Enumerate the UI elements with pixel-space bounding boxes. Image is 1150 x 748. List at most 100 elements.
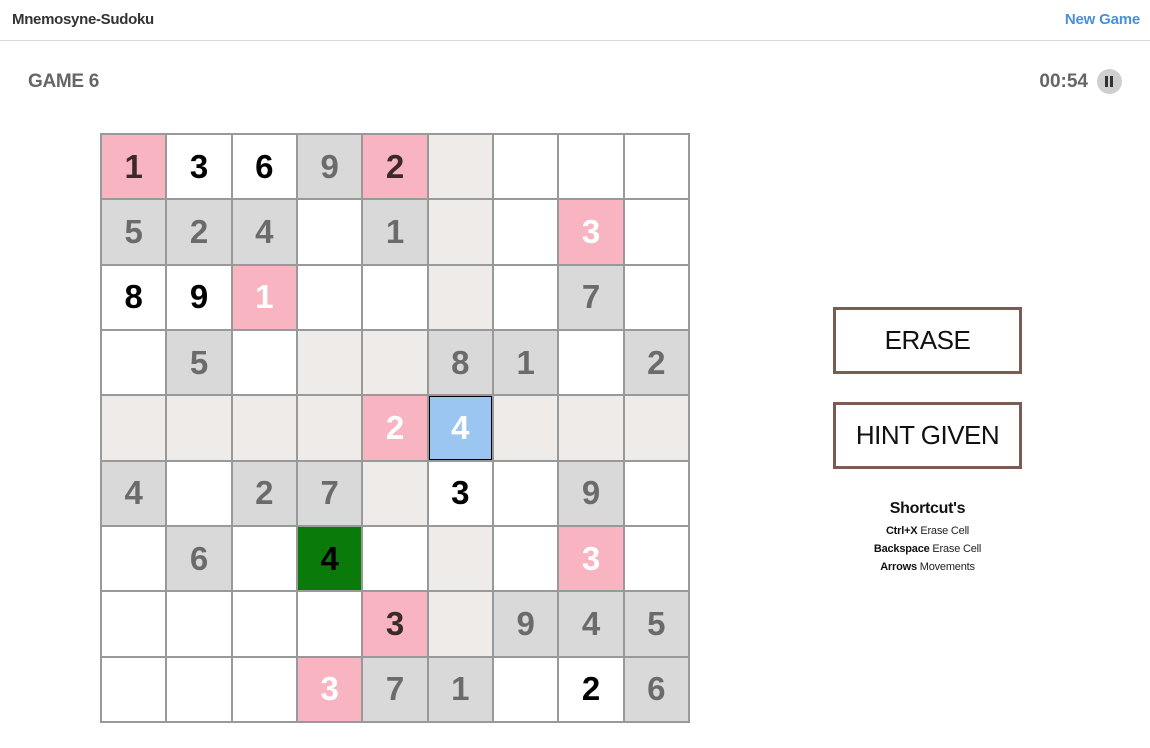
top-bar: Mnemosyne-Sudoku New Game bbox=[0, 0, 1150, 41]
sudoku-cell-r6c9[interactable] bbox=[624, 461, 688, 525]
sudoku-cell-r5c1[interactable] bbox=[102, 396, 166, 460]
sudoku-cell-r2c3[interactable]: 4 bbox=[232, 200, 296, 264]
sudoku-cell-r9c1[interactable] bbox=[102, 657, 166, 721]
sudoku-cell-r1c3[interactable]: 6 bbox=[232, 135, 296, 199]
sudoku-cell-r2c2[interactable]: 2 bbox=[167, 200, 231, 264]
sudoku-cell-r4c4[interactable] bbox=[297, 330, 362, 395]
pause-bar-left bbox=[1105, 76, 1108, 87]
sudoku-cell-r9c5[interactable]: 7 bbox=[363, 657, 427, 721]
shortcuts-panel: Shortcut's Ctrl+X Erase Cell Backspace E… bbox=[833, 500, 1022, 576]
sudoku-cell-r5c9[interactable] bbox=[624, 396, 688, 460]
sudoku-cell-r6c2[interactable] bbox=[167, 461, 231, 525]
sudoku-cell-r1c4[interactable]: 9 bbox=[297, 135, 362, 199]
sudoku-cell-r7c5[interactable] bbox=[363, 526, 427, 591]
sudoku-cell-r2c7[interactable] bbox=[493, 200, 558, 264]
sudoku-cell-r8c5[interactable]: 3 bbox=[363, 592, 427, 656]
sudoku-cell-r5c4[interactable] bbox=[297, 396, 362, 460]
shortcut-key: Arrows bbox=[880, 561, 917, 573]
sudoku-cell-r3c3[interactable]: 1 bbox=[232, 265, 296, 329]
sudoku-cell-r7c4[interactable]: 4 bbox=[297, 526, 362, 591]
sudoku-cell-r1c7[interactable] bbox=[493, 135, 558, 199]
sudoku-cell-r7c7[interactable] bbox=[493, 526, 558, 591]
shortcut-desc: Movements bbox=[919, 561, 975, 573]
sudoku-cell-r2c6[interactable] bbox=[428, 200, 492, 264]
sudoku-cell-r4c1[interactable] bbox=[102, 330, 166, 395]
app-title: Mnemosyne-Sudoku bbox=[12, 11, 154, 28]
sudoku-cell-r5c5[interactable]: 2 bbox=[363, 396, 427, 460]
sudoku-cell-r3c5[interactable] bbox=[363, 265, 427, 329]
sudoku-cell-r4c5[interactable] bbox=[363, 330, 427, 395]
sudoku-cell-r4c2[interactable]: 5 bbox=[167, 330, 231, 395]
sudoku-cell-r1c1[interactable]: 1 bbox=[102, 135, 166, 199]
sudoku-cell-r6c4[interactable]: 7 bbox=[297, 461, 362, 525]
sudoku-cell-r2c8[interactable]: 3 bbox=[559, 200, 623, 264]
hint-button[interactable]: HINT GIVEN bbox=[833, 402, 1022, 469]
sudoku-cell-r8c4[interactable] bbox=[297, 592, 362, 656]
sudoku-cell-r1c9[interactable] bbox=[624, 135, 688, 199]
sudoku-cell-r7c8[interactable]: 3 bbox=[559, 526, 623, 591]
sudoku-cell-r8c7[interactable]: 9 bbox=[493, 592, 558, 656]
sudoku-cell-r5c2[interactable] bbox=[167, 396, 231, 460]
erase-button[interactable]: ERASE bbox=[833, 307, 1022, 374]
sudoku-cell-r5c8[interactable] bbox=[559, 396, 623, 460]
sudoku-cell-r3c7[interactable] bbox=[493, 265, 558, 329]
sudoku-cell-r2c1[interactable]: 5 bbox=[102, 200, 166, 264]
sudoku-cell-r4c3[interactable] bbox=[232, 330, 296, 395]
sudoku-cell-r4c7[interactable]: 1 bbox=[493, 330, 558, 395]
sudoku-cell-r6c6[interactable]: 3 bbox=[428, 461, 492, 525]
sudoku-cell-r4c8[interactable] bbox=[559, 330, 623, 395]
sudoku-cell-r5c6[interactable]: 4 bbox=[428, 396, 492, 460]
sudoku-cell-r6c3[interactable]: 2 bbox=[232, 461, 296, 525]
shortcut-key: Ctrl+X bbox=[885, 525, 918, 537]
pause-bar-right bbox=[1110, 76, 1113, 87]
sudoku-cell-r6c1[interactable]: 4 bbox=[102, 461, 166, 525]
sudoku-cell-r3c2[interactable]: 9 bbox=[167, 265, 231, 329]
sudoku-cell-r7c1[interactable] bbox=[102, 526, 166, 591]
sudoku-cell-r3c8[interactable]: 7 bbox=[559, 265, 623, 329]
sudoku-cell-r8c9[interactable]: 5 bbox=[624, 592, 688, 656]
sudoku-cell-r6c8[interactable]: 9 bbox=[559, 461, 623, 525]
sudoku-cell-r2c9[interactable] bbox=[624, 200, 688, 264]
pause-icon[interactable] bbox=[1097, 69, 1122, 94]
sudoku-cell-r1c8[interactable] bbox=[559, 135, 623, 199]
shortcut-key: Backspace bbox=[873, 543, 930, 555]
sudoku-cell-r9c9[interactable]: 6 bbox=[624, 657, 688, 721]
new-game-link[interactable]: New Game bbox=[1065, 11, 1140, 28]
sudoku-cell-r8c1[interactable] bbox=[102, 592, 166, 656]
sudoku-cell-r9c4[interactable]: 3 bbox=[297, 657, 362, 721]
sudoku-cell-r1c6[interactable] bbox=[428, 135, 492, 199]
game-label: GAME 6 bbox=[28, 71, 100, 92]
sudoku-cell-r6c7[interactable] bbox=[493, 461, 558, 525]
sudoku-cell-r7c9[interactable] bbox=[624, 526, 688, 591]
sudoku-cell-r5c3[interactable] bbox=[232, 396, 296, 460]
sudoku-board: 1369252413891758122442739643394537126 bbox=[100, 133, 690, 723]
sudoku-cell-r4c6[interactable]: 8 bbox=[428, 330, 492, 395]
sudoku-cell-r2c5[interactable]: 1 bbox=[363, 200, 427, 264]
sudoku-cell-r4c9[interactable]: 2 bbox=[624, 330, 688, 395]
sudoku-cell-r3c1[interactable]: 8 bbox=[102, 265, 166, 329]
sudoku-cell-r9c3[interactable] bbox=[232, 657, 296, 721]
shortcut-row: Backspace Erase Cell bbox=[833, 540, 1022, 558]
sudoku-cell-r3c9[interactable] bbox=[624, 265, 688, 329]
sudoku-cell-r7c3[interactable] bbox=[232, 526, 296, 591]
sudoku-cell-r8c3[interactable] bbox=[232, 592, 296, 656]
shortcut-row: Ctrl+X Erase Cell bbox=[833, 522, 1022, 540]
shortcut-row: Arrows Movements bbox=[833, 558, 1022, 576]
sudoku-cell-r9c7[interactable] bbox=[493, 657, 558, 721]
sudoku-cell-r3c6[interactable] bbox=[428, 265, 492, 329]
sudoku-cell-r9c2[interactable] bbox=[167, 657, 231, 721]
sudoku-cell-r8c8[interactable]: 4 bbox=[559, 592, 623, 656]
sudoku-cell-r1c5[interactable]: 2 bbox=[363, 135, 427, 199]
sudoku-cell-r9c8[interactable]: 2 bbox=[559, 657, 623, 721]
sudoku-cell-r5c7[interactable] bbox=[493, 396, 558, 460]
sudoku-cell-r2c4[interactable] bbox=[297, 200, 362, 264]
sudoku-cell-r8c6[interactable] bbox=[428, 592, 492, 656]
sudoku-cell-r1c2[interactable]: 3 bbox=[167, 135, 231, 199]
sudoku-cell-r6c5[interactable] bbox=[363, 461, 427, 525]
sudoku-cell-r3c4[interactable] bbox=[297, 265, 362, 329]
sudoku-cell-r9c6[interactable]: 1 bbox=[428, 657, 492, 721]
sudoku-cell-r7c2[interactable]: 6 bbox=[167, 526, 231, 591]
shortcuts-title: Shortcut's bbox=[889, 500, 966, 517]
sudoku-cell-r7c6[interactable] bbox=[428, 526, 492, 591]
sudoku-cell-r8c2[interactable] bbox=[167, 592, 231, 656]
